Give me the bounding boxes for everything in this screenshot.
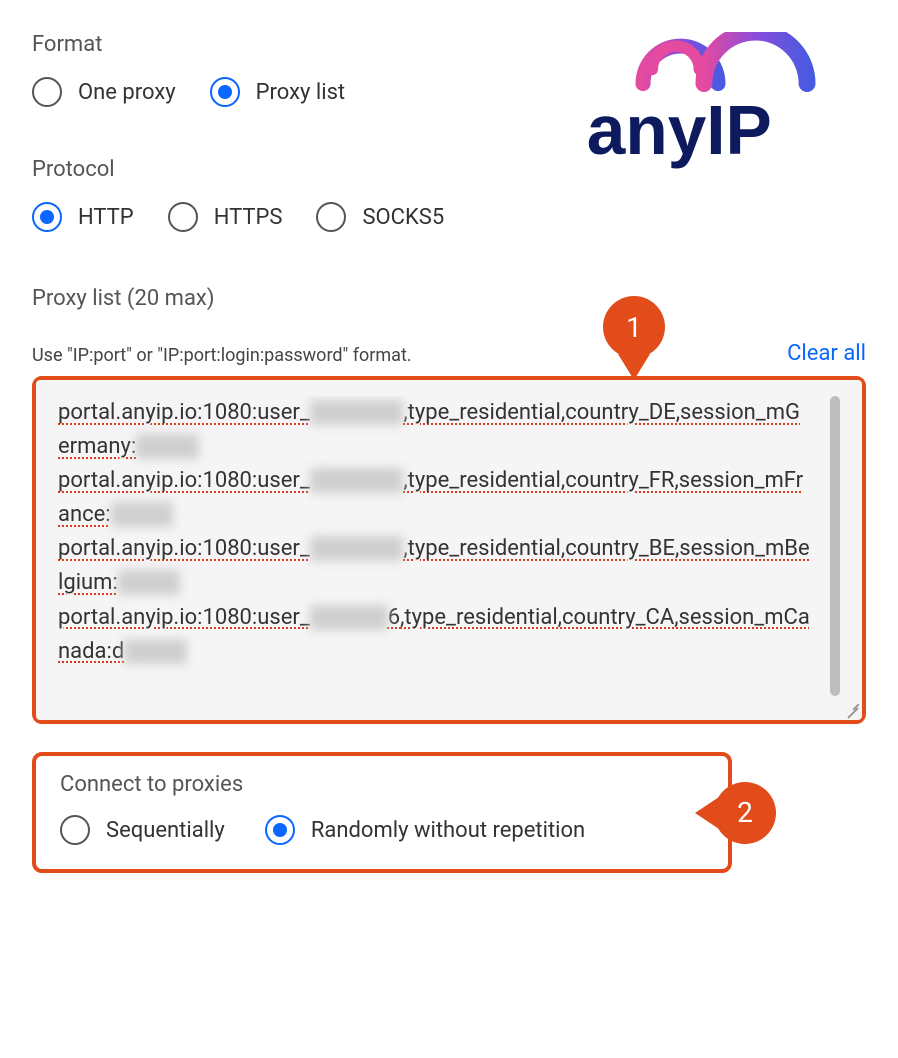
proxy-list-callout: 1 portal.anyip.io:1080:user_██████,type_… (32, 376, 866, 724)
radio-proxy-list[interactable]: Proxy list (210, 77, 345, 107)
protocol-radios: HTTP HTTPS SOCKS5 (32, 202, 866, 232)
radio-randomly[interactable]: Randomly without repetition (265, 815, 585, 845)
clear-all-button[interactable]: Clear all (787, 341, 866, 366)
connect-callout: 2 Connect to proxies Sequentially Random… (32, 752, 732, 873)
proxy-list-hint: Use "IP:port" or "IP:port:login:password… (32, 345, 412, 366)
radio-randomly-label: Randomly without repetition (311, 818, 585, 843)
radio-circle-icon (168, 202, 198, 232)
resize-handle-icon[interactable] (842, 700, 860, 718)
radio-circle-selected-icon (265, 815, 295, 845)
radio-http-label: HTTP (78, 205, 134, 230)
callout-marker-2: 2 (714, 782, 776, 844)
callout-marker-1: 1 (600, 296, 668, 386)
protocol-label: Protocol (32, 157, 866, 182)
radio-one-proxy-label: One proxy (78, 80, 176, 105)
proxy-list-content[interactable]: portal.anyip.io:1080:user_██████,type_re… (58, 396, 824, 704)
radio-circle-icon (32, 77, 62, 107)
connect-label: Connect to proxies (60, 772, 704, 797)
format-radios: One proxy Proxy list (32, 77, 866, 107)
radio-http[interactable]: HTTP (32, 202, 134, 232)
radio-socks5[interactable]: SOCKS5 (316, 202, 444, 232)
radio-circle-selected-icon (32, 202, 62, 232)
proxy-list-textarea[interactable]: portal.anyip.io:1080:user_██████,type_re… (36, 380, 862, 720)
radio-circle-icon (316, 202, 346, 232)
radio-sequentially[interactable]: Sequentially (60, 815, 225, 845)
radio-socks5-label: SOCKS5 (362, 205, 444, 230)
format-label: Format (32, 32, 866, 57)
scrollbar[interactable] (830, 396, 840, 696)
radio-proxy-list-label: Proxy list (256, 80, 345, 105)
proxy-list-heading: Proxy list (20 max) (32, 286, 866, 311)
radio-circle-icon (60, 815, 90, 845)
radio-https[interactable]: HTTPS (168, 202, 283, 232)
radio-circle-selected-icon (210, 77, 240, 107)
radio-sequentially-label: Sequentially (106, 818, 225, 843)
connect-radios: Sequentially Randomly without repetition (60, 815, 704, 845)
radio-one-proxy[interactable]: One proxy (32, 77, 176, 107)
radio-https-label: HTTPS (214, 205, 283, 230)
